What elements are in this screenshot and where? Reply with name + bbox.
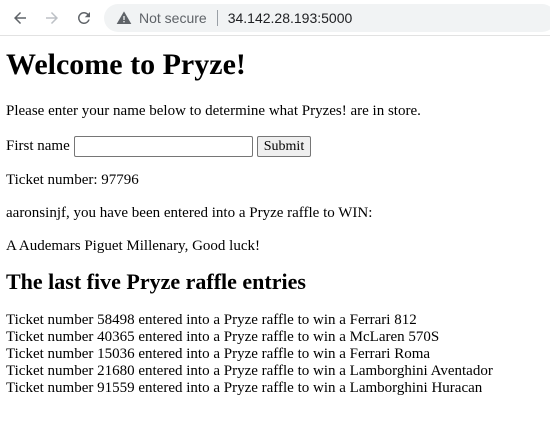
entries-heading: The last five Pryze raffle entries (6, 269, 306, 294)
reload-icon (77, 11, 90, 24)
list-item: Ticket number 91559 entered into a Pryze… (6, 380, 483, 396)
submit-button[interactable]: Submit (256, 135, 312, 157)
page-title: Welcome to Pryze! (6, 48, 246, 81)
list-item: Ticket number 58498 entered into a Pryze… (6, 312, 417, 328)
list-item: Ticket number 40365 entered into a Pryze… (6, 329, 440, 345)
entries-list: Ticket number 58498 entered into a Pryze… (6, 312, 544, 397)
page-content: Welcome to Pryze! Please enter your name… (0, 48, 550, 397)
list-item: Ticket number 21680 entered into a Pryze… (6, 363, 493, 379)
url-text[interactable]: 34.142.28.193:5000 (228, 10, 353, 26)
arrow-left-icon (14, 12, 26, 24)
intro-text: Please enter your name below to determin… (6, 103, 421, 119)
forward-button[interactable] (42, 8, 62, 28)
back-button[interactable] (10, 8, 30, 28)
entered-message: aaronsinjf, you have been entered into a… (6, 205, 373, 221)
security-label[interactable]: Not secure (139, 10, 207, 26)
browser-toolbar: Not secure 34.142.28.193:5000 (0, 0, 550, 36)
prize-message: A Audemars Piguet Millenary, Good luck! (6, 238, 260, 254)
list-item: Ticket number 15036 entered into a Pryze… (6, 346, 431, 362)
address-bar[interactable]: Not secure 34.142.28.193:5000 (104, 4, 550, 32)
first-name-label: First name (6, 137, 70, 154)
warning-triangle-icon[interactable] (116, 10, 132, 26)
address-divider (216, 10, 218, 26)
reload-button[interactable] (74, 8, 94, 28)
first-name-input[interactable] (73, 135, 253, 157)
ticket-number-text: Ticket number: 97796 (6, 172, 139, 188)
arrow-right-icon (46, 12, 58, 24)
name-form: First name Submit (6, 135, 544, 157)
